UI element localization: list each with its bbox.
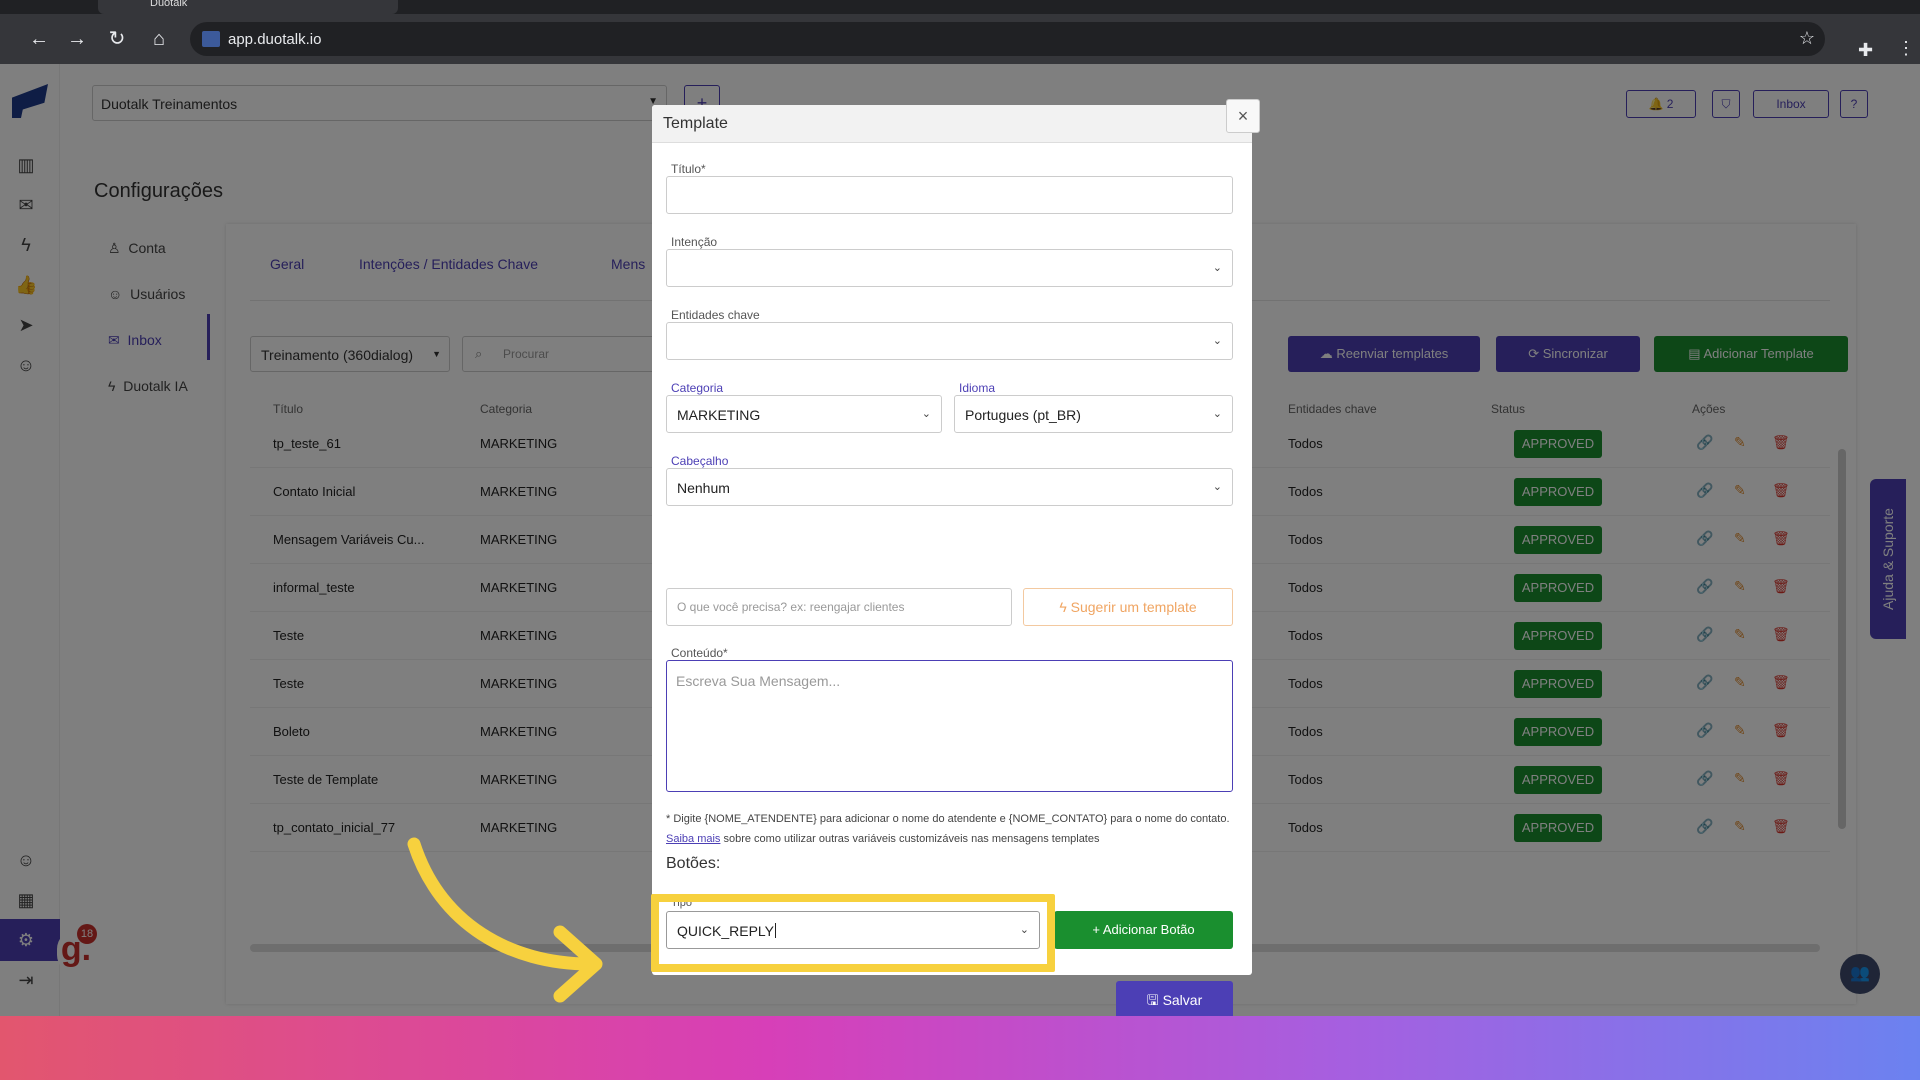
bolt-icon: ϟ bbox=[1059, 599, 1067, 615]
idioma-select[interactable]: Portugues (pt_BR) ⌄ bbox=[954, 395, 1233, 433]
cabecalho-select[interactable]: Nenhum ⌄ bbox=[666, 468, 1233, 506]
browser-menu-icon[interactable]: ⋮ bbox=[1897, 38, 1915, 59]
browser-toolbar: ← → ↻ ⌂ app.duotalk.io ☆ ✚ ⋮ bbox=[0, 14, 1920, 64]
tutorial-highlight-box bbox=[651, 894, 1055, 972]
add-button-button[interactable]: + Adicionar Botão bbox=[1054, 911, 1233, 949]
plus-icon: + bbox=[1092, 922, 1100, 937]
browser-tab-title: Duotalk bbox=[150, 0, 188, 9]
intencao-select[interactable]: ⌄ bbox=[666, 249, 1233, 287]
note-prefix: * Digite {NOME_ATENDENTE} para adicionar… bbox=[666, 813, 1230, 825]
reload-icon[interactable]: ↻ bbox=[104, 26, 130, 52]
suggest-template-label: Sugerir um template bbox=[1070, 599, 1197, 615]
chevron-down-icon: ⌄ bbox=[1212, 408, 1222, 420]
modal-header: Template bbox=[652, 105, 1252, 143]
idioma-label: Idioma bbox=[959, 381, 996, 395]
modal-title: Template bbox=[663, 115, 728, 132]
learn-more-link[interactable]: Saiba mais bbox=[666, 833, 720, 845]
app: ▥ ✉ ϟ 👍 ➤ ☺ ☺ ▦ ⚙ ⇥ Duotalk Treinamentos… bbox=[0, 64, 1920, 1016]
ai-prompt-placeholder: O que você precisa? ex: reengajar client… bbox=[677, 600, 905, 614]
save-button[interactable]: 🖫 Salvar bbox=[1116, 981, 1233, 1016]
tutorial-arrow-icon bbox=[407, 837, 603, 1003]
template-modal: Template × Título* Intenção ⌄ Entidades … bbox=[652, 99, 1260, 1016]
chevron-down-icon: ⌄ bbox=[1212, 335, 1222, 347]
intencao-label: Intenção bbox=[671, 235, 718, 249]
buttons-section-title: Botões: bbox=[666, 855, 721, 872]
entidades-label: Entidades chave bbox=[671, 308, 760, 322]
titulo-input[interactable] bbox=[666, 176, 1233, 214]
categoria-value: MARKETING bbox=[677, 407, 761, 423]
forward-icon[interactable]: → bbox=[64, 26, 90, 52]
variables-note: * Digite {NOME_ATENDENTE} para adicionar… bbox=[666, 809, 1236, 849]
categoria-label: Categoria bbox=[671, 381, 724, 395]
save-icon: 🖫 bbox=[1146, 992, 1159, 1008]
browser-tabstrip: Duotalk bbox=[0, 0, 1920, 14]
browser-tab[interactable]: Duotalk bbox=[98, 0, 398, 14]
bookmark-star-icon[interactable]: ☆ bbox=[1799, 28, 1815, 49]
conteudo-placeholder: Escreva Sua Mensagem... bbox=[676, 673, 841, 689]
categoria-select[interactable]: MARKETING ⌄ bbox=[666, 395, 942, 433]
ai-prompt-input[interactable]: O que você precisa? ex: reengajar client… bbox=[666, 588, 1012, 626]
site-favicon-icon bbox=[202, 31, 220, 47]
cabecalho-label: Cabeçalho bbox=[671, 454, 729, 468]
note-suffix: sobre como utilizar outras variáveis cus… bbox=[723, 833, 1100, 845]
entidades-select[interactable]: ⌄ bbox=[666, 322, 1233, 360]
titulo-label: Título* bbox=[671, 162, 706, 176]
chevron-down-icon: ⌄ bbox=[1212, 262, 1222, 274]
chevron-down-icon: ⌄ bbox=[1212, 481, 1222, 493]
extensions-icon[interactable]: ✚ bbox=[1858, 40, 1873, 61]
home-icon[interactable]: ⌂ bbox=[146, 26, 172, 52]
idioma-value: Portugues (pt_BR) bbox=[965, 407, 1081, 423]
address-url: app.duotalk.io bbox=[228, 31, 322, 48]
suggest-template-button[interactable]: ϟ Sugerir um template bbox=[1023, 588, 1233, 626]
conteudo-textarea[interactable]: Escreva Sua Mensagem... bbox=[666, 660, 1233, 792]
close-icon[interactable]: × bbox=[1226, 99, 1260, 133]
conteudo-label: Conteúdo* bbox=[671, 646, 728, 660]
chevron-down-icon: ⌄ bbox=[921, 408, 931, 420]
address-bar[interactable]: app.duotalk.io ☆ bbox=[190, 22, 1825, 56]
back-icon[interactable]: ← bbox=[26, 26, 52, 52]
cabecalho-value: Nenhum bbox=[677, 480, 730, 496]
add-button-label: Adicionar Botão bbox=[1102, 922, 1195, 937]
bottom-gradient-bar bbox=[0, 1016, 1920, 1080]
save-label: Salvar bbox=[1162, 992, 1203, 1008]
